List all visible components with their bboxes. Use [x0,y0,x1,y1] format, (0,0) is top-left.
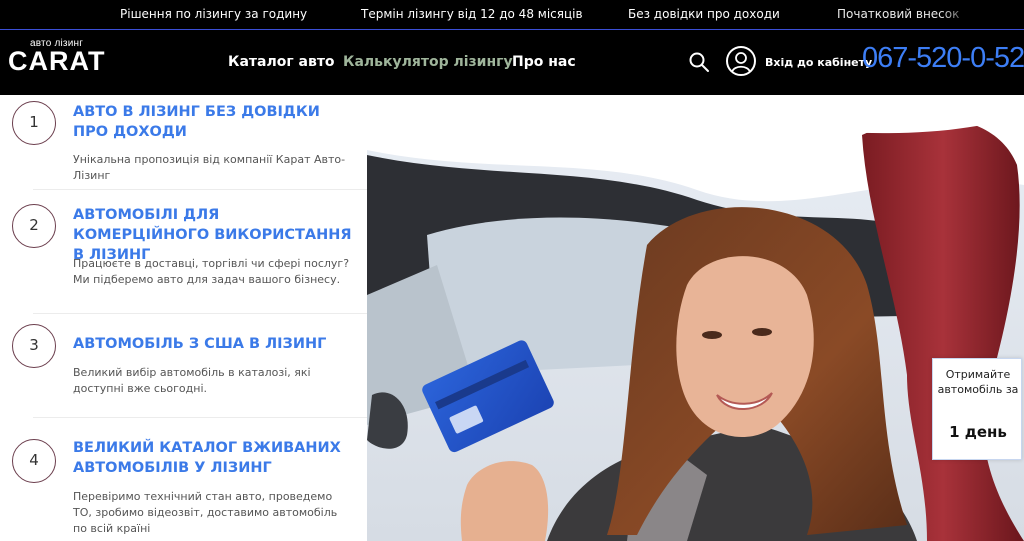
phone-number[interactable]: 067-520-0-520 [862,42,1024,75]
feature-number: 2 [12,204,56,248]
feature-number: 3 [12,324,56,368]
feature-title[interactable]: ВЕЛИКИЙ КАТАЛОГ ВЖИВАНИХ АВТОМОБІЛІВ У Л… [73,438,353,478]
ticker-item: Без довідки про доходи [628,7,780,21]
promo-highlight: 1 день [949,423,1007,441]
feature-item[interactable]: 3 АВТОМОБІЛЬ З США В ЛІЗИНГ Великий вибі… [0,314,367,418]
nav-about[interactable]: Про нас [512,54,576,70]
ticker-item: Термін лізингу від 12 до 48 місяців [361,7,583,21]
feature-title[interactable]: АВТО В ЛІЗИНГ БЕЗ ДОВІДКИ ПРО ДОХОДИ [73,102,353,142]
nav-catalog[interactable]: Каталог авто [228,54,335,70]
logo[interactable]: авто лізинг CARAT [8,37,108,77]
feature-description: Унікальна пропозиція від компанії Карат … [73,153,346,182]
feature-description: Великий вибір автомобіль в каталозі, які… [73,366,311,395]
nav-calculator[interactable]: Калькулятор лізингу [343,54,513,70]
search-icon[interactable] [688,51,710,73]
promo-text: Отримайте автомобіль за [937,368,1019,396]
ticker-item: Рішення по лізингу за годину [120,7,308,21]
feature-item[interactable]: 2 АВТОМОБІЛІ ДЛЯ КОМЕРЦІЙНОГО ВИКОРИСТАН… [0,190,367,314]
logo-wordmark: CARAT [8,46,106,76]
user-icon[interactable] [726,46,756,76]
login-link[interactable]: Вхід до кабінету [765,56,872,69]
feature-list: 1 АВТО В ЛІЗИНГ БЕЗ ДОВІДКИ ПРО ДОХОДИ У… [0,95,367,541]
feature-number: 1 [12,101,56,145]
top-ticker-bar: Рішення по лізингу за годину Термін лізи… [0,0,1024,30]
feature-item[interactable]: 4 ВЕЛИКИЙ КАТАЛОГ ВЖИВАНИХ АВТОМОБІЛІВ У… [0,418,367,541]
feature-item[interactable]: 1 АВТО В ЛІЗИНГ БЕЗ ДОВІДКИ ПРО ДОХОДИ У… [0,95,367,190]
hero-image [367,95,1024,541]
feature-description: Перевіримо технічний стан авто, проведем… [73,490,338,535]
promo-badge[interactable]: Отримайте автомобіль за 1 день [932,358,1022,460]
ticker-fade [940,0,1024,29]
feature-description: Працюєте в доставці, торгівлі чи сфері п… [73,257,350,286]
feature-title[interactable]: АВТОМОБІЛЬ З США В ЛІЗИНГ [73,334,353,354]
hero-illustration [367,95,1024,541]
site-header: авто лізинг CARAT Каталог авто Калькулят… [0,30,1024,95]
feature-number: 4 [12,439,56,483]
